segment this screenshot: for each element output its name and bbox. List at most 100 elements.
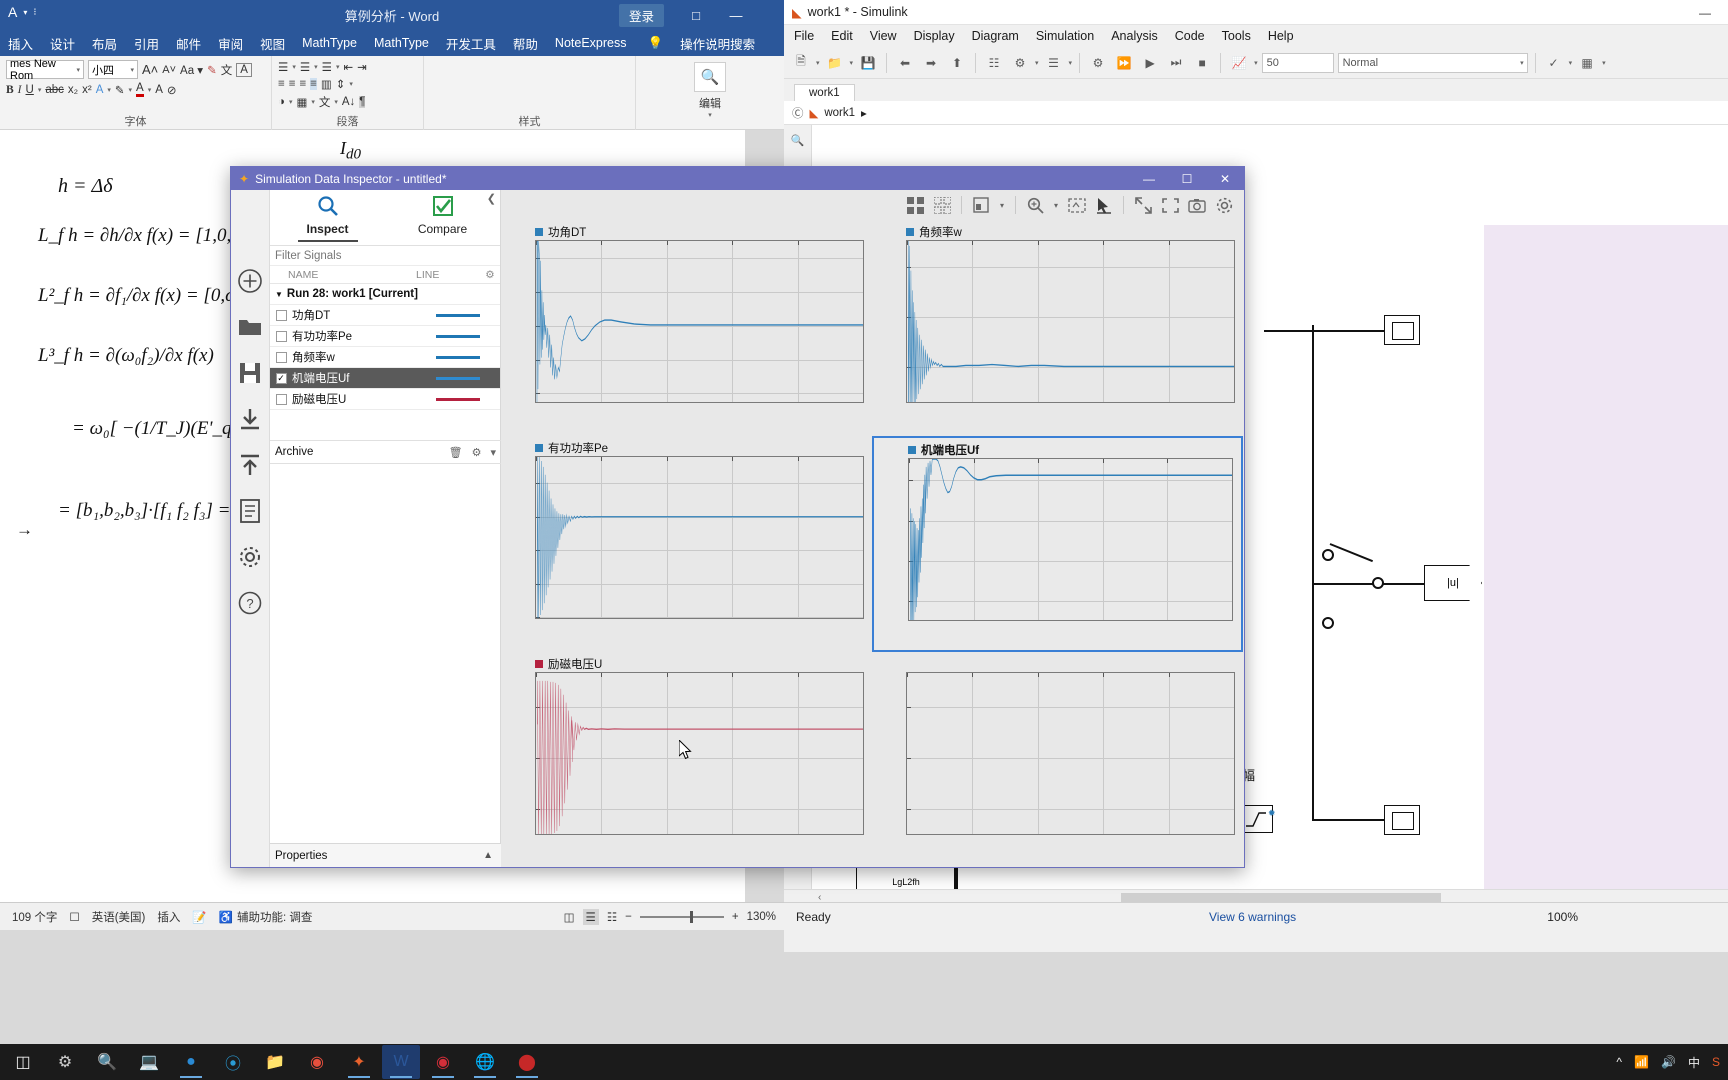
shading-icon[interactable]: ◑ — [278, 96, 285, 108]
underline-icon[interactable]: U — [26, 84, 34, 96]
upload-icon[interactable] — [235, 450, 265, 480]
editing-chevron-down-icon[interactable]: ▾ — [708, 111, 712, 119]
gear-icon[interactable]: ⚙ — [480, 269, 500, 281]
text-effects-icon[interactable]: A — [96, 84, 104, 96]
sdi-icon-rail[interactable]: ? — [231, 190, 270, 867]
check-icon[interactable]: ✓ — [1543, 52, 1565, 74]
simulink-menubar[interactable]: File Edit View Display Diagram Simulatio… — [784, 25, 1728, 47]
abs-block[interactable]: |u| — [1424, 565, 1482, 601]
explorer-icon[interactable]: 📁 — [256, 1045, 294, 1079]
plot-cell-lici-dianya-u[interactable]: 励磁电压U 3 0 -3 — [501, 652, 872, 867]
menu-diagram[interactable]: Diagram — [972, 29, 1019, 43]
zoom-slider[interactable] — [639, 910, 724, 923]
justify-icon[interactable]: ≡ — [310, 78, 317, 90]
run-icon[interactable]: ▶ — [1139, 52, 1161, 74]
simulink-minimize-icon[interactable]: — — [1682, 0, 1728, 25]
menu-help[interactable]: Help — [1268, 29, 1294, 43]
search-icon[interactable]: 🔍 — [88, 1045, 126, 1079]
snapshot-icon[interactable] — [1185, 193, 1209, 217]
archive-actions[interactable]: 🗑 ⚙ ▾ — [449, 446, 496, 459]
menu-simulation[interactable]: Simulation — [1036, 29, 1094, 43]
text-highlight-icon[interactable]: ✎ — [207, 63, 217, 77]
menu-analysis[interactable]: Analysis — [1111, 29, 1158, 43]
normalize-icon[interactable] — [969, 193, 993, 217]
fullscreen-icon[interactable] — [1158, 193, 1182, 217]
signal-checkbox-1[interactable] — [270, 330, 292, 342]
ribbon-tab-10[interactable]: 帮助 — [513, 34, 538, 53]
font-name-input[interactable]: mes New Rom ▾ — [6, 58, 84, 82]
matlab-icon[interactable]: ✦ — [340, 1045, 378, 1079]
edge-legacy-icon[interactable]: ● — [172, 1045, 210, 1079]
subplot-icon[interactable] — [930, 193, 954, 217]
browser-icon[interactable]: 🌐 — [466, 1045, 504, 1079]
track-changes-icon[interactable]: 📝 — [192, 910, 206, 924]
bullet-list-icon[interactable]: ☰ — [278, 60, 288, 74]
cursor-arrow-icon[interactable] — [1092, 193, 1116, 217]
ribbon-tab-6[interactable]: 视图 — [260, 34, 285, 53]
font-color-icon[interactable]: A — [136, 82, 144, 97]
menu-code[interactable]: Code — [1175, 29, 1205, 43]
zoom-chevron-down-icon[interactable]: ▾ — [1050, 193, 1062, 217]
zoom-out-icon[interactable]: − — [625, 911, 632, 923]
signal-line-4[interactable] — [436, 397, 500, 401]
signal-row-2[interactable]: 角频率w — [270, 347, 500, 368]
recorder-icon[interactable]: ◉ — [424, 1045, 462, 1079]
find-icon[interactable]: 🔍 — [694, 62, 726, 92]
up-icon[interactable]: ⬆ — [946, 52, 968, 74]
folder-icon[interactable] — [235, 312, 265, 342]
tab-compare[interactable]: Compare — [385, 190, 500, 245]
asian-layout-icon[interactable]: 文 — [319, 94, 331, 110]
plot-cell-gongjiao-dt[interactable]: 功角DT 1.4 1. — [501, 220, 872, 436]
menu-view[interactable]: View — [870, 29, 897, 43]
grow-font-icon[interactable]: A˄ — [142, 62, 158, 77]
simulation-data-inspector-icon[interactable]: 📈 — [1228, 52, 1250, 74]
plot-cell-jiaopinlv-w[interactable]: 角频率w 1.010 1.005 1.000 — [872, 220, 1243, 436]
align-right-icon[interactable]: ≡ — [299, 78, 306, 90]
simulink-window-controls[interactable]: — — [1682, 0, 1728, 25]
collapse-panel-icon[interactable]: ❮ — [487, 192, 496, 205]
report-icon[interactable] — [235, 496, 265, 526]
increase-indent-icon[interactable]: ⇥ — [357, 60, 367, 74]
ribbon-tab-7[interactable]: MathType — [302, 36, 357, 50]
char-border-icon[interactable]: A — [155, 84, 163, 96]
word-ribbon-tabs[interactable]: 插入 设计 布局 引用 邮件 审阅 视图 MathType MathType 开… — [0, 30, 784, 56]
build-icon[interactable]: ▦ — [1576, 52, 1598, 74]
zoom-icon[interactable] — [1023, 193, 1047, 217]
word-view-controls[interactable]: ◫ ☰ ☷ − + 130% — [564, 908, 776, 925]
switch-node-3[interactable] — [1322, 617, 1334, 629]
show-marks-icon[interactable]: ¶ — [359, 96, 366, 108]
sdi-minimize-icon[interactable]: — — [1130, 167, 1168, 190]
properties-row[interactable]: Properties ▲ — [270, 843, 501, 867]
accessibility-status[interactable]: ♿ 辅助功能: 调查 — [219, 909, 313, 925]
language-status[interactable]: 英语(美国) — [92, 909, 146, 925]
strikethrough-icon[interactable]: abc — [45, 84, 64, 96]
decrease-indent-icon[interactable]: ⇤ — [343, 60, 353, 74]
save-model-icon[interactable]: 💾 — [857, 52, 879, 74]
settings-icon[interactable] — [235, 542, 265, 572]
ribbon-tab-8[interactable]: MathType — [374, 36, 429, 50]
plot-area-1[interactable]: 1.010 1.005 1.000 0 10 20 30 40 50 — [906, 240, 1235, 403]
simulink-breadcrumb[interactable]: Ⓒ ◣ work1 ▸ — [784, 101, 1728, 125]
model-settings-icon[interactable]: ⚙ — [1009, 52, 1031, 74]
ribbon-tab-1[interactable]: 设计 — [50, 34, 75, 53]
simulink-toolbar[interactable]: 🗎 ▾ 📁 ▾ 💾 ⬅ ➡ ⬆ ☷ ⚙ ▾ ☰ ▾ ⚙ ⏩ ▶ ⏭ ■ 📈 ▾ 50 No… — [784, 47, 1728, 79]
breadcrumb-back-icon[interactable]: Ⓒ — [792, 105, 804, 121]
borders-icon[interactable]: ▦ — [296, 95, 307, 109]
task-view-icon[interactable]: ◫ — [4, 1045, 42, 1079]
sdi-close-icon[interactable]: ✕ — [1206, 167, 1244, 190]
new-model-icon[interactable]: 🗎 — [790, 52, 812, 74]
plot-area-3[interactable]: 1.02 0.99 0.96 0.93 0 10 20 30 40 50 — [908, 458, 1233, 621]
login-button[interactable]: 登录 — [618, 4, 664, 27]
ribbon-tab-3[interactable]: 引用 — [134, 34, 159, 53]
archive-row[interactable]: Archive 🗑 ⚙ ▾ — [270, 440, 501, 464]
run-group-row[interactable]: ▼ Run 28: work1 [Current] — [270, 284, 500, 305]
ribbon-tab-0[interactable]: 插入 — [8, 34, 33, 53]
zoom-knob[interactable] — [689, 910, 693, 923]
archive-gear-icon[interactable]: ⚙ — [472, 446, 482, 459]
menu-tools[interactable]: Tools — [1222, 29, 1251, 43]
word-minimize-icon[interactable]: — — [716, 0, 756, 30]
plot-cell-yougonggonglv-pe[interactable]: 有功功率Pe 0.8 — [501, 436, 872, 652]
menu-file[interactable]: File — [794, 29, 814, 43]
help-icon[interactable]: ? — [235, 588, 265, 618]
signal-row-1[interactable]: 有功功率Pe — [270, 326, 500, 347]
